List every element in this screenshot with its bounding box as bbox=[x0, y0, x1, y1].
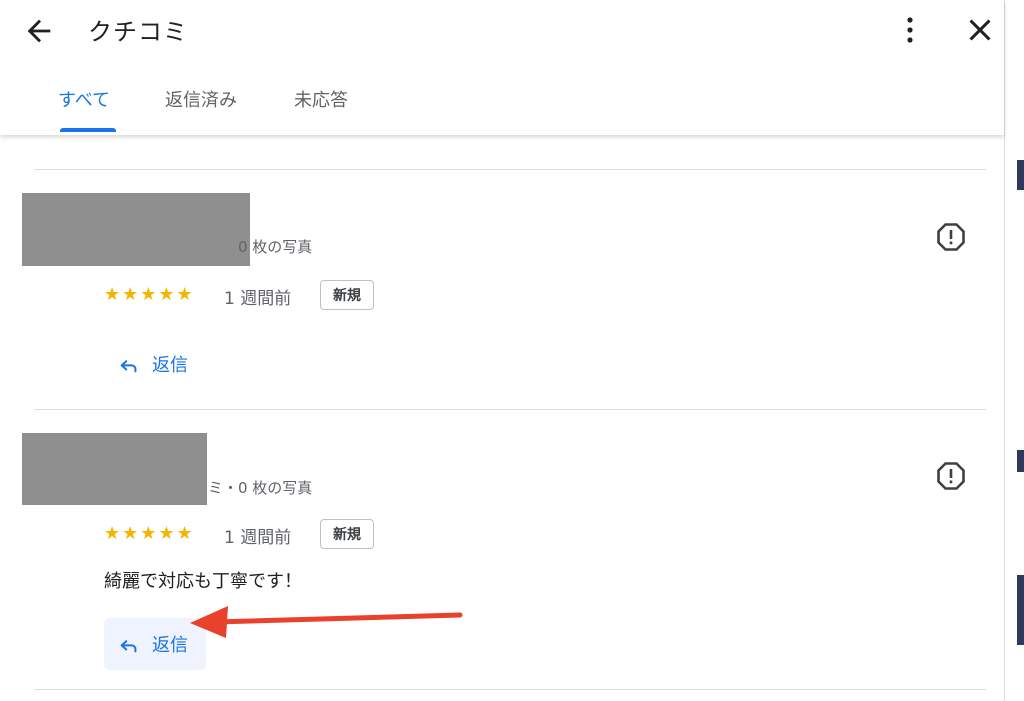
report-icon bbox=[937, 462, 965, 490]
review-text: 綺麗で対応も丁寧です！ bbox=[104, 571, 302, 592]
background-mark bbox=[1017, 575, 1024, 645]
divider bbox=[34, 689, 986, 690]
annotation-arrow-icon bbox=[190, 606, 463, 638]
report-icon bbox=[937, 223, 965, 251]
arrow-back-icon bbox=[27, 19, 51, 43]
star-rating: ★★★★★ bbox=[104, 284, 195, 305]
tab-active-indicator bbox=[60, 128, 116, 132]
close-icon bbox=[969, 19, 991, 41]
back-button[interactable] bbox=[22, 14, 56, 48]
reply-button[interactable]: 返信 bbox=[104, 338, 206, 390]
redacted-reviewer-info bbox=[22, 433, 207, 505]
background-mark bbox=[1017, 450, 1024, 472]
tab-unanswered[interactable]: 未応答 bbox=[294, 86, 348, 112]
more-options-button[interactable] bbox=[896, 14, 924, 46]
new-badge: 新規 bbox=[320, 280, 374, 310]
tab-all[interactable]: すべて bbox=[58, 86, 110, 112]
new-badge: 新規 bbox=[320, 519, 374, 549]
more-vert-icon bbox=[907, 17, 913, 43]
reviewer-meta: ミ・0 枚の写真 bbox=[208, 479, 313, 497]
reply-icon bbox=[120, 640, 137, 653]
reviews-panel: クチコミ すべて 返信済み 未応答 0 枚の写真 ★★★★★ 1 週間前 新規 … bbox=[0, 0, 1004, 701]
divider bbox=[34, 409, 986, 410]
reply-label: 返信 bbox=[152, 635, 188, 656]
report-button[interactable] bbox=[936, 222, 966, 252]
review-time: 1 週間前 bbox=[224, 289, 292, 309]
star-rating: ★★★★★ bbox=[104, 523, 195, 544]
reply-icon bbox=[120, 360, 137, 373]
redacted-reviewer-info bbox=[22, 193, 250, 266]
divider bbox=[34, 169, 986, 170]
report-button[interactable] bbox=[936, 461, 966, 491]
review-time: 1 週間前 bbox=[224, 528, 292, 548]
reply-label: 返信 bbox=[152, 355, 188, 376]
reviewer-meta: 0 枚の写真 bbox=[238, 238, 313, 256]
header: クチコミ すべて 返信済み 未応答 bbox=[0, 0, 1004, 135]
page-title: クチコミ bbox=[88, 18, 188, 46]
tab-replied[interactable]: 返信済み bbox=[165, 86, 237, 112]
background-mark bbox=[1017, 160, 1024, 190]
close-button[interactable] bbox=[962, 12, 998, 48]
